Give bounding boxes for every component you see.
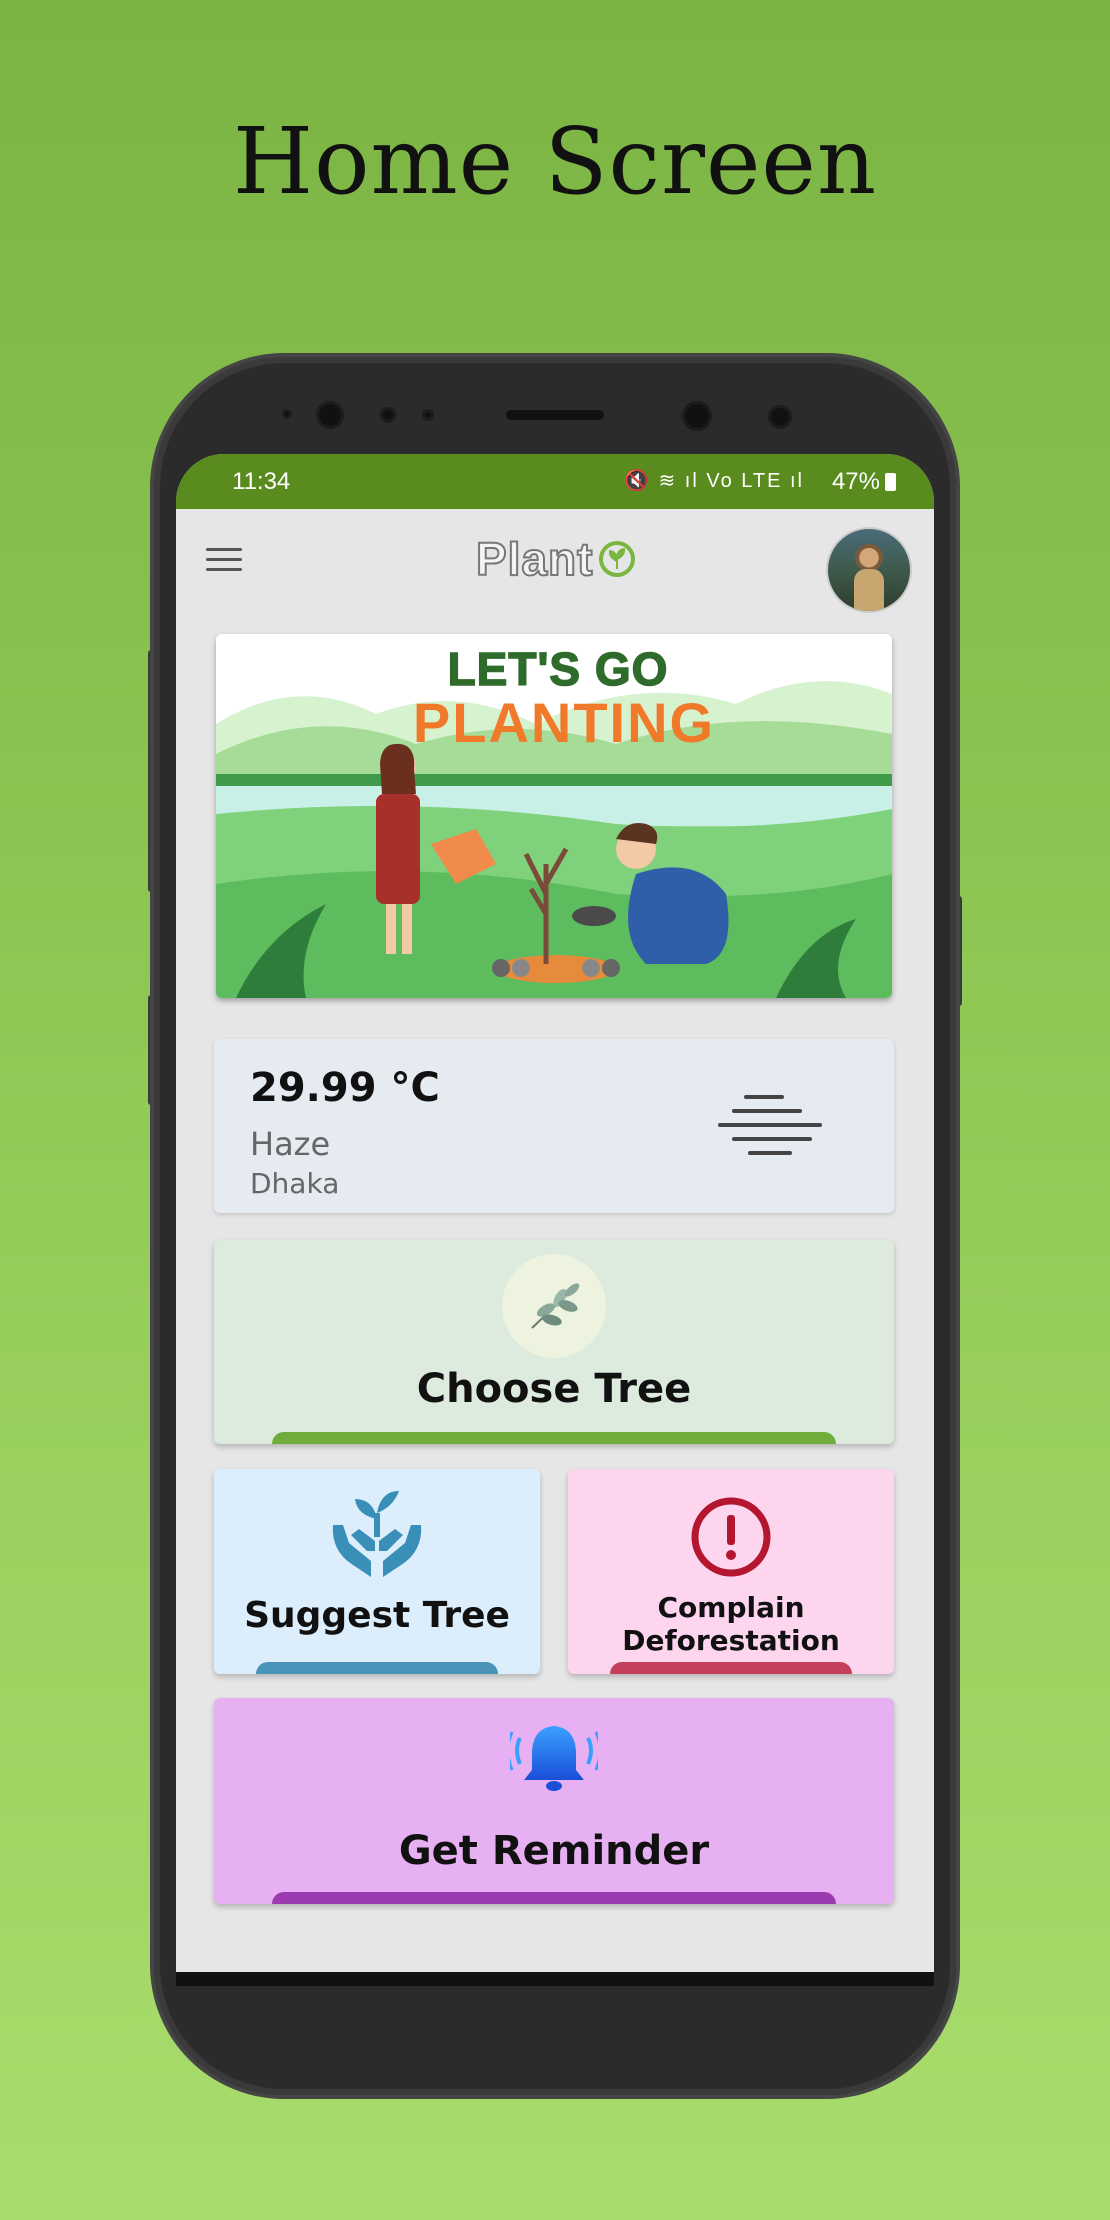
get-reminder-label: Get Reminder	[398, 1828, 710, 1874]
promo-banner[interactable]: LET'S GO PLANTING	[216, 634, 892, 998]
complain-label: Complain Deforestation	[568, 1591, 894, 1657]
weather-temperature: 29.99 °C	[250, 1065, 440, 1111]
alert-circle-icon	[691, 1497, 771, 1577]
choose-tree-icon-circle	[502, 1254, 606, 1358]
camera-icon	[768, 405, 792, 429]
app-bar: Plant	[176, 509, 934, 613]
choose-tree-bar	[272, 1432, 836, 1444]
choose-tree-card[interactable]: Choose Tree	[214, 1240, 894, 1444]
choose-tree-label: Choose Tree	[416, 1366, 692, 1412]
battery-percent: 47%	[831, 468, 880, 495]
system-nav-bar	[176, 1972, 934, 1986]
get-reminder-card[interactable]: Get Reminder	[214, 1698, 894, 1904]
battery-icon	[885, 473, 896, 491]
logo-text: Plant	[475, 532, 594, 586]
speaker-grille	[506, 410, 604, 420]
status-time: 11:34	[232, 468, 291, 495]
app-screen: 11:34 🔇 ≋ ıl Vo LTE ıl 47% Plant LET'S G…	[176, 454, 934, 1986]
complain-bar	[610, 1662, 852, 1674]
sensor-icon	[380, 407, 396, 423]
suggest-tree-card[interactable]: Suggest Tree	[214, 1469, 540, 1674]
haze-icon	[718, 1095, 822, 1159]
banner-title-line1: LET'S GO	[447, 642, 669, 696]
plant-sprig-icon	[531, 1283, 580, 1329]
complain-label-line1: Complain	[657, 1591, 805, 1624]
weather-condition: Haze	[250, 1125, 331, 1163]
phone-camera-bar	[154, 357, 956, 457]
phone-frame: 11:34 🔇 ≋ ıl Vo LTE ıl 47% Plant LET'S G…	[154, 357, 956, 2095]
user-avatar[interactable]	[826, 527, 912, 613]
weather-city: Dhaka	[250, 1167, 340, 1200]
complain-label-line2: Deforestation	[622, 1624, 840, 1657]
camera-icon	[316, 401, 344, 429]
hamburger-menu-icon[interactable]	[206, 548, 242, 572]
sensor-icon	[282, 409, 292, 419]
hands-plant-icon	[332, 1491, 422, 1577]
suggest-tree-bar	[256, 1662, 498, 1674]
page-title: Home Screen	[232, 108, 878, 215]
phone-power-button	[956, 896, 962, 1006]
status-bar: 11:34 🔇 ≋ ıl Vo LTE ıl 47%	[176, 454, 934, 509]
app-logo: Plant	[475, 529, 637, 589]
weather-card: 29.99 °C Haze Dhaka	[214, 1039, 894, 1213]
camera-icon	[682, 401, 712, 431]
get-reminder-bar	[272, 1892, 836, 1904]
bell-ringing-icon	[510, 1726, 598, 1791]
sensor-icon	[422, 409, 434, 421]
status-icons: 🔇 ≋ ıl Vo LTE ıl	[624, 470, 804, 492]
leaf-icon	[599, 541, 636, 577]
complain-deforestation-card[interactable]: Complain Deforestation	[568, 1469, 894, 1674]
banner-title-line2: PLANTING	[412, 691, 716, 754]
suggest-tree-label: Suggest Tree	[244, 1595, 510, 1636]
